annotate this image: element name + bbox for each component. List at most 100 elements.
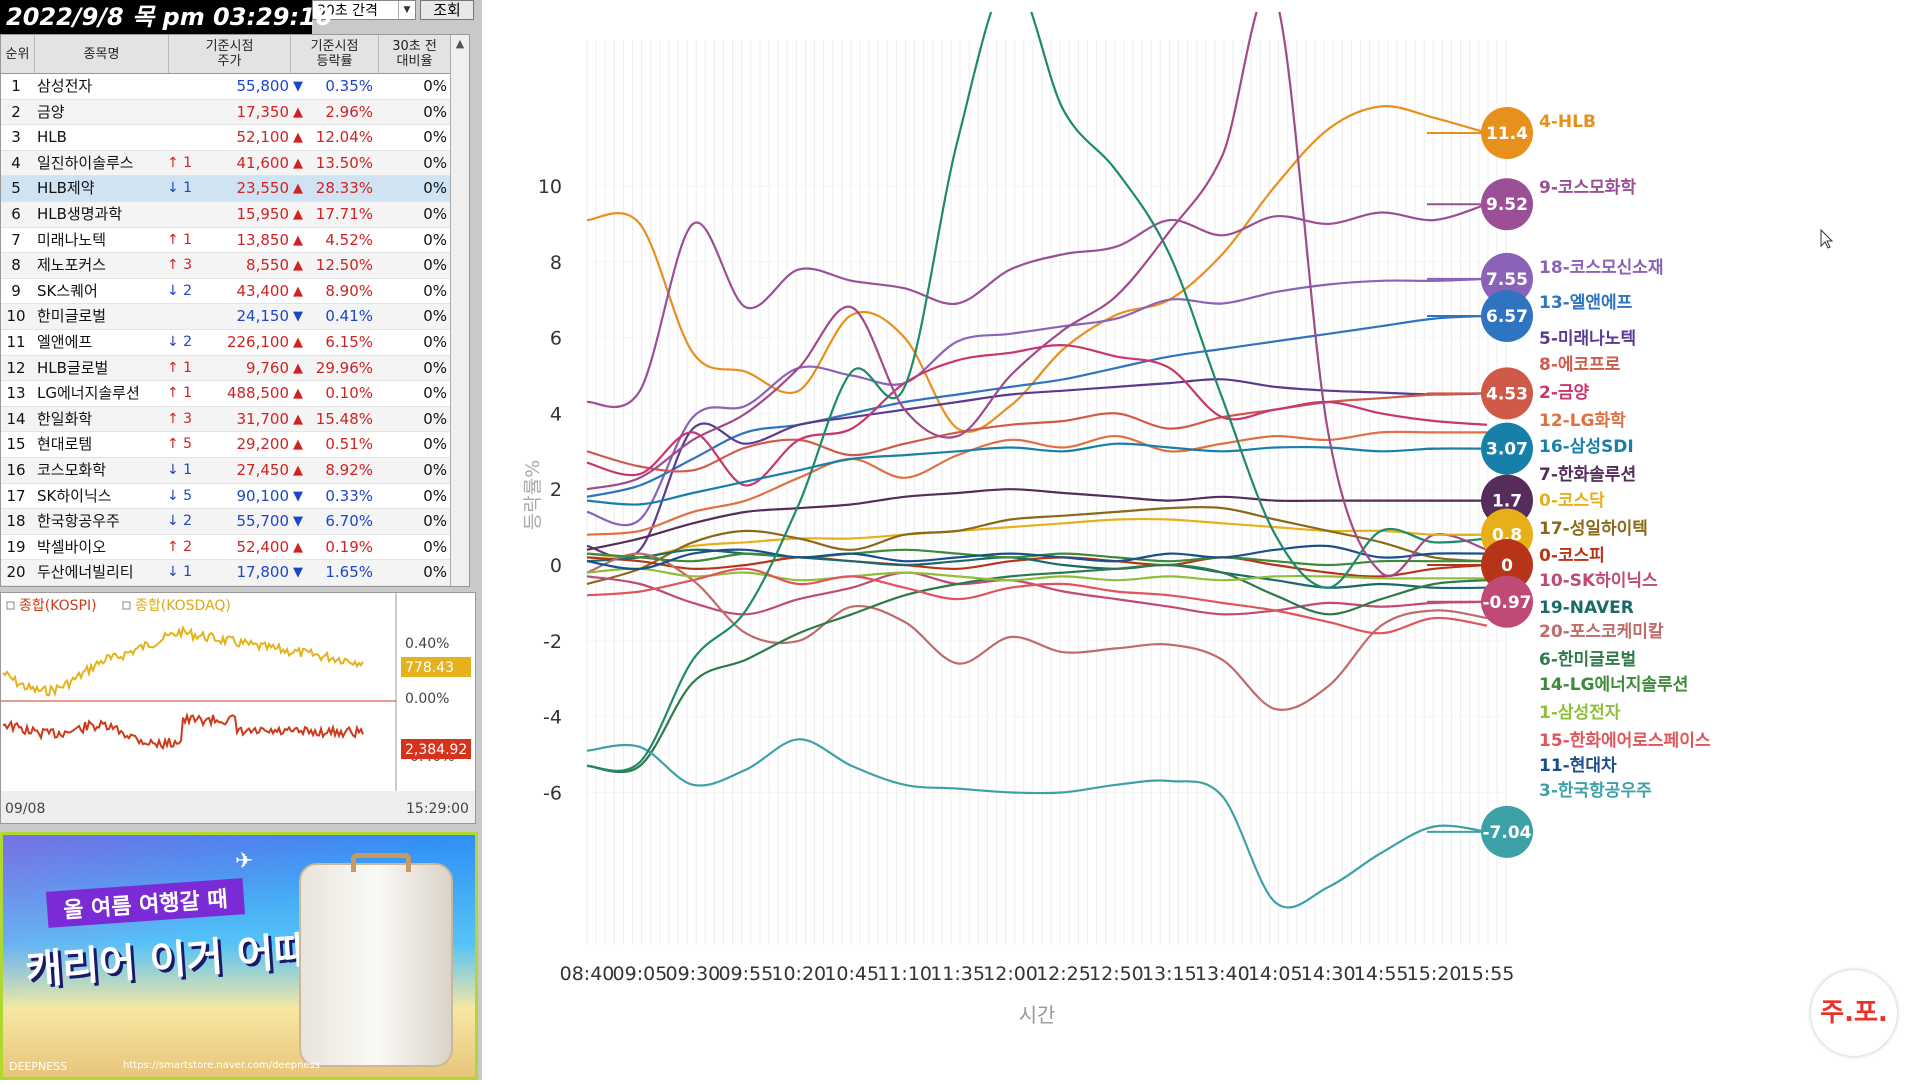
x-tick-label: 13:40: [1195, 963, 1250, 985]
rate-cell: 0.19%: [325, 537, 373, 556]
x-tick-label: 14:30: [1301, 963, 1356, 985]
down-triangle-icon: ▼: [293, 565, 303, 581]
mini-time: 15:29:00: [406, 801, 469, 817]
x-tick-label: 15:20: [1407, 963, 1462, 985]
table-row[interactable]: 3 HLB 52,100 ▲ 12.04% 0%: [1, 125, 451, 151]
scroll-up-icon[interactable]: ▲: [451, 37, 469, 50]
value-badge-label: 0: [1501, 556, 1513, 576]
rank-cell: 10: [6, 307, 26, 326]
y-tick-label: -2: [543, 631, 562, 653]
series-legend-label: 18-코스모신소재: [1539, 258, 1664, 278]
table-row[interactable]: 17 SK하이닉스 ↓ 5 90,100 ▼ 0.33% 0%: [1, 484, 451, 510]
index-mini-chart-svg: 종합(KOSPI)종합(KOSDAQ)0.40%0.00%-0.40%778.4…: [1, 593, 475, 823]
x-tick-label: 12:00: [983, 963, 1038, 985]
price-cell: 17,350: [236, 102, 290, 121]
stock-name-cell: HLB제약: [37, 179, 95, 198]
advertisement-banner[interactable]: ✈ 올 여름 여행갈 때 캐리어 이거 어때? DEEPNESS https:/…: [0, 832, 478, 1080]
up-triangle-icon: ▲: [293, 258, 303, 274]
up-triangle-icon: ▲: [293, 104, 303, 120]
up-triangle-icon: ▲: [293, 539, 303, 555]
series-legend-label: 20-포스코케미칼: [1539, 622, 1664, 642]
rate-cell: 0.41%: [325, 307, 373, 326]
table-row[interactable]: 2 금양 17,350 ▲ 2.96% 0%: [1, 99, 451, 126]
x-tick-label: 11:35: [930, 963, 985, 985]
rank-change-cell: ↑ 1: [167, 385, 193, 402]
value-badge-label: 6.57: [1486, 307, 1528, 327]
left-panel: 2022/9/8 목 pm 03:29:10 30초 간격 ▼ 조회 순위 종목명…: [0, 0, 482, 1080]
rank-change-cell: ↓ 2: [167, 334, 193, 350]
up-triangle-icon: ▲: [293, 232, 303, 248]
table-row[interactable]: 9 SK스퀘어 ↓ 2 43,400 ▲ 8.90% 0%: [1, 279, 451, 305]
kospi-value: 2,384.92: [405, 742, 467, 758]
up-triangle-icon: ▲: [293, 386, 303, 402]
stock-name-cell: 한국항공우주: [37, 512, 120, 531]
table-row[interactable]: 10 한미글로벌 24,150 ▼ 0.41% 0%: [1, 304, 451, 330]
column-header[interactable]: 순위: [1, 35, 35, 73]
value-badge-label: 3.07: [1486, 440, 1528, 460]
stock-name-cell: SK하이닉스: [37, 486, 112, 505]
x-axis-label: 시간: [1019, 1003, 1056, 1027]
table-row[interactable]: 7 미래나노텍 ↑ 1 13,850 ▲ 4.52% 0%: [1, 228, 451, 254]
rank-cell: 11: [6, 333, 26, 351]
rank-cell: 19: [6, 537, 26, 556]
table-row[interactable]: 18 한국항공우주 ↓ 2 55,700 ▼ 6.70% 0%: [1, 509, 451, 535]
up-triangle-icon: ▲: [293, 207, 303, 222]
column-header[interactable]: 기준시점 등락률: [291, 35, 379, 73]
table-row[interactable]: 12 HLB글로벌 ↑ 1 9,760 ▲ 29.96% 0%: [1, 355, 451, 382]
change-30s-cell: 0%: [423, 537, 447, 556]
table-row[interactable]: 1 삼성전자 55,800 ▼ 0.35% 0%: [1, 74, 451, 100]
scrollbar[interactable]: ▲: [450, 35, 469, 586]
legend-kospi: 종합(KOSPI): [19, 598, 97, 614]
table-row[interactable]: 11 엘앤에프 ↓ 2 226,100 ▲ 6.15% 0%: [1, 330, 451, 356]
table-row[interactable]: 19 박셀바이오 ↑ 2 52,400 ▲ 0.19% 0%: [1, 535, 451, 561]
table-row[interactable]: 6 HLB생명과학 15,950 ▲ 17.71% 0%: [1, 202, 451, 228]
logo: 주.포.: [1811, 970, 1897, 1056]
down-triangle-icon: ▼: [293, 514, 303, 530]
column-header[interactable]: 종목명: [35, 35, 169, 73]
series-legend-label: 4-HLB: [1539, 112, 1596, 132]
series-line: [586, 277, 1488, 527]
x-tick-label: 09:55: [718, 963, 773, 985]
down-triangle-icon: ▼: [293, 79, 303, 94]
column-header[interactable]: 기준시점 주가: [169, 35, 291, 73]
rank-change-cell: ↓ 2: [167, 282, 193, 299]
price-cell: 90,100: [236, 486, 290, 505]
series-legend-label: 5-미래나노텍: [1539, 329, 1636, 349]
column-header[interactable]: 30초 전 대비율: [379, 35, 451, 73]
table-row[interactable]: 13 LG에너지솔루션 ↑ 1 488,500 ▲ 0.10% 0%: [1, 381, 451, 407]
stock-name-cell: HLB: [37, 128, 67, 147]
table-header: 순위 종목명 기준시점 주가 기준시점 등락률 30초 전 대비율: [1, 35, 451, 74]
rank-cell: 15: [6, 435, 26, 454]
mini-bg: [1, 593, 475, 823]
table-row[interactable]: 5 HLB제약 ↓ 1 23,550 ▲ 28.33% 0%: [1, 176, 451, 202]
stock-name-cell: 박셀바이오: [37, 537, 107, 556]
rank-change-cell: ↑ 1: [167, 359, 193, 376]
rate-cell: 15.48%: [315, 409, 373, 428]
query-button[interactable]: 조회: [420, 0, 474, 20]
x-tick-label: 12:25: [1036, 963, 1091, 985]
rank-change-cell: [167, 100, 205, 126]
change-30s-cell: 0%: [423, 358, 447, 377]
rank-cell: 3: [11, 128, 21, 147]
rate-cell: 0.33%: [325, 486, 373, 505]
series-legend-label: 10-SK하이닉스: [1539, 571, 1658, 591]
table-row[interactable]: 8 제노포커스 ↑ 3 8,550 ▲ 12.50% 0%: [1, 253, 451, 279]
change-30s-cell: 0%: [423, 486, 447, 505]
stock-name-cell: HLB글로벌: [37, 358, 109, 377]
change-30s-cell: 0%: [423, 153, 447, 172]
rank-cell: 14: [6, 409, 26, 428]
change-30s-cell: 0%: [423, 461, 447, 479]
table-row[interactable]: 15 현대로템 ↑ 5 29,200 ▲ 0.51% 0%: [1, 432, 451, 458]
rank-cell: 16: [6, 461, 26, 479]
chevron-down-icon[interactable]: ▼: [398, 1, 415, 19]
rate-cell: 29.96%: [315, 358, 373, 377]
change-30s-cell: 0%: [423, 179, 447, 198]
table-row[interactable]: 20 두산에너빌리티 ↓ 1 17,800 ▼ 1.65% 0%: [1, 560, 451, 586]
table-row[interactable]: 16 코스모화학 ↓ 1 27,450 ▲ 8.92% 0%: [1, 458, 451, 484]
price-cell: 488,500: [226, 384, 289, 403]
rank-cell: 12: [6, 358, 26, 377]
rank-change-cell: ↑ 1: [167, 154, 193, 171]
table-row[interactable]: 14 한일화학 ↑ 3 31,700 ▲ 15.48% 0%: [1, 406, 451, 433]
rank-change-cell: ↓ 1: [167, 564, 193, 581]
table-row[interactable]: 4 일진하이솔루스 ↑ 1 41,600 ▲ 13.50% 0%: [1, 150, 451, 177]
